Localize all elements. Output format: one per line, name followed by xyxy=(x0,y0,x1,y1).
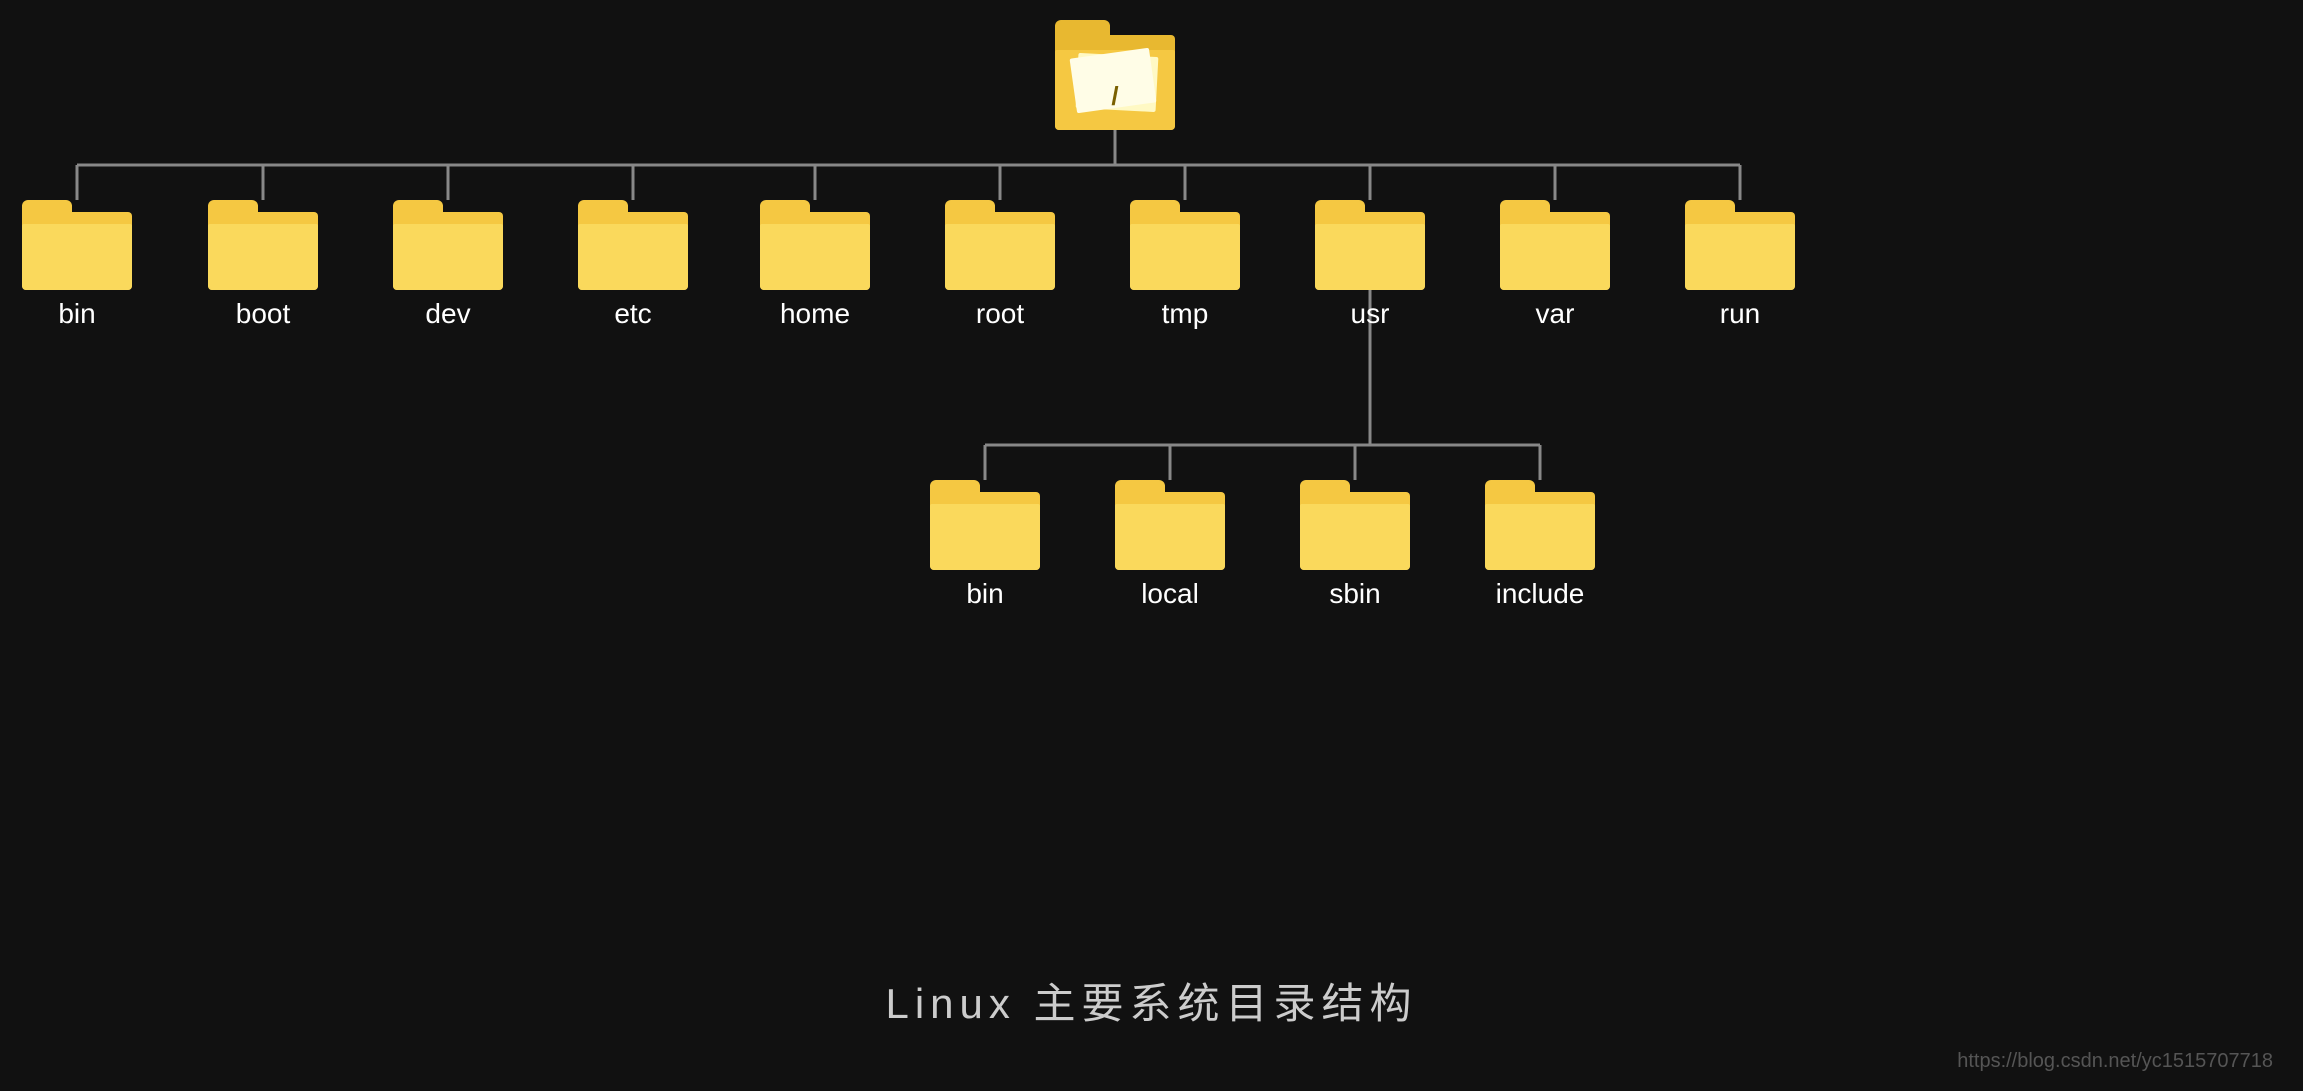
folder-home: home xyxy=(760,200,870,330)
folder-label-bin-l1: bin xyxy=(58,298,95,330)
folder-icon xyxy=(1130,200,1240,290)
folder-label-usr-include: include xyxy=(1496,578,1585,610)
folder-label-usr-sbin: sbin xyxy=(1329,578,1380,610)
folder-icon xyxy=(22,200,132,290)
folder-label-etc: etc xyxy=(614,298,651,330)
folder-label-home: home xyxy=(780,298,850,330)
folder-label-var: var xyxy=(1536,298,1575,330)
folder-icon xyxy=(1300,480,1410,570)
folder-usr-bin: bin xyxy=(930,480,1040,610)
folder-boot: boot xyxy=(208,200,318,330)
folder-icon xyxy=(393,200,503,290)
folder-label-usr: usr xyxy=(1351,298,1390,330)
folder-etc: etc xyxy=(578,200,688,330)
folder-icon xyxy=(1685,200,1795,290)
folder-icon xyxy=(1315,200,1425,290)
folder-icon xyxy=(578,200,688,290)
folder-usr: usr xyxy=(1315,200,1425,330)
folder-root: root xyxy=(945,200,1055,330)
folder-label-dev: dev xyxy=(425,298,470,330)
folder-usr-include: include xyxy=(1485,480,1595,610)
root-folder-node: / xyxy=(1055,20,1175,130)
diagram-title: Linux 主要系统目录结构 xyxy=(885,970,1417,1031)
folder-icon xyxy=(945,200,1055,290)
folder-usr-local: local xyxy=(1115,480,1225,610)
diagram-container: / bin boot dev xyxy=(0,0,2303,1091)
folder-label-boot: boot xyxy=(236,298,291,330)
watermark: https://blog.csdn.net/yc1515707718 xyxy=(1957,1050,2273,1073)
folder-var: var xyxy=(1500,200,1610,330)
folder-run: run xyxy=(1685,200,1795,330)
folder-dev: dev xyxy=(393,200,503,330)
folder-icon xyxy=(930,480,1040,570)
folder-icon xyxy=(1485,480,1595,570)
folder-icon xyxy=(208,200,318,290)
folder-icon xyxy=(1500,200,1610,290)
folder-bin-l1: bin xyxy=(22,200,132,330)
folder-label-usr-bin: bin xyxy=(966,578,1003,610)
folder-usr-sbin: sbin xyxy=(1300,480,1410,610)
folder-label-run: run xyxy=(1720,298,1760,330)
folder-icon xyxy=(1115,480,1225,570)
folder-label-tmp: tmp xyxy=(1162,298,1209,330)
folder-tmp: tmp xyxy=(1130,200,1240,330)
root-folder-label: / xyxy=(1111,81,1118,112)
root-folder-icon: / xyxy=(1055,20,1175,130)
folder-label-usr-local: local xyxy=(1141,578,1199,610)
folder-icon xyxy=(760,200,870,290)
folder-label-root: root xyxy=(976,298,1024,330)
